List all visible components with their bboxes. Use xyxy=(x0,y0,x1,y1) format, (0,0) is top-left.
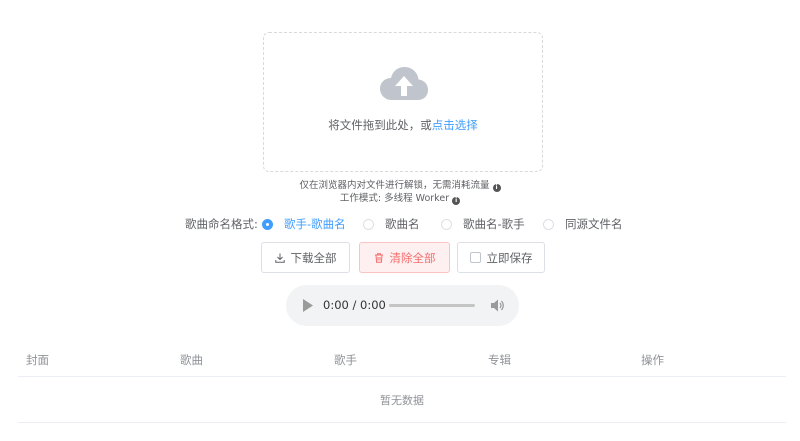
clear-all-label: 清除全部 xyxy=(389,250,436,265)
column-header-album: 专辑 xyxy=(488,353,511,367)
naming-format-group: 歌曲命名格式: 歌手-歌曲名 歌曲名 歌曲名-歌手 同源文件名 xyxy=(0,216,800,232)
player-time: 0:00 / 0:00 xyxy=(323,298,386,312)
tip-decrypt-text: 仅在浏览器内对文件进行解锁，无需消耗流量 xyxy=(299,180,490,191)
seek-bar[interactable] xyxy=(389,304,475,307)
info-icon: i xyxy=(492,184,501,192)
save-now-button[interactable]: 立即保存 xyxy=(457,242,545,273)
column-header-cover: 封面 xyxy=(26,353,49,367)
radio-label: 同源文件名 xyxy=(565,217,623,231)
tip-line-decrypt: 仅在浏览器内对文件进行解锁，无需消耗流量 i xyxy=(0,180,800,192)
audio-player: 0:00 / 0:00 xyxy=(286,285,519,326)
upload-prompt: 将文件拖到此处，或点击选择 xyxy=(264,117,542,133)
tip-line-worker: 工作模式: 多线程 Worker i xyxy=(0,193,800,205)
info-icon: i xyxy=(452,197,461,205)
volume-icon[interactable] xyxy=(491,299,505,312)
radio-label: 歌曲名 xyxy=(385,217,420,231)
clear-all-button[interactable]: 清除全部 xyxy=(359,242,450,273)
download-all-label: 下载全部 xyxy=(290,250,337,265)
upload-prompt-text: 将文件拖到此处，或 xyxy=(328,118,432,132)
radio-title-artist[interactable]: 歌曲名-歌手 xyxy=(441,216,525,232)
radio-dot xyxy=(441,218,452,230)
trash-icon xyxy=(374,252,384,263)
download-icon xyxy=(274,253,285,263)
column-header-artist: 歌手 xyxy=(334,353,357,367)
select-file-link[interactable]: 点击选择 xyxy=(432,118,478,132)
radio-source-filename[interactable]: 同源文件名 xyxy=(543,216,623,232)
radio-title[interactable]: 歌曲名 xyxy=(363,216,420,232)
column-header-actions: 操作 xyxy=(641,353,664,367)
download-all-button[interactable]: 下载全部 xyxy=(261,242,350,273)
radio-dot xyxy=(262,218,273,230)
table-header: 封面 歌曲 歌手 专辑 操作 xyxy=(18,344,786,377)
naming-format-label: 歌曲命名格式: xyxy=(185,217,258,231)
radio-dot xyxy=(543,218,554,230)
table-empty-text: 暂无数据 xyxy=(18,378,786,423)
radio-label: 歌手-歌曲名 xyxy=(284,217,346,231)
upload-cloud-icon xyxy=(380,67,428,100)
save-now-label: 立即保存 xyxy=(486,250,533,265)
radio-label: 歌曲名-歌手 xyxy=(463,217,525,231)
radio-artist-title[interactable]: 歌手-歌曲名 xyxy=(262,216,346,232)
column-header-song: 歌曲 xyxy=(180,353,203,367)
radio-dot xyxy=(363,218,374,230)
play-icon[interactable] xyxy=(303,299,313,312)
tip-worker-text: 工作模式: 多线程 Worker xyxy=(339,193,450,204)
checkbox-icon xyxy=(469,252,481,263)
upload-dropzone[interactable]: 将文件拖到此处，或点击选择 xyxy=(263,32,543,172)
